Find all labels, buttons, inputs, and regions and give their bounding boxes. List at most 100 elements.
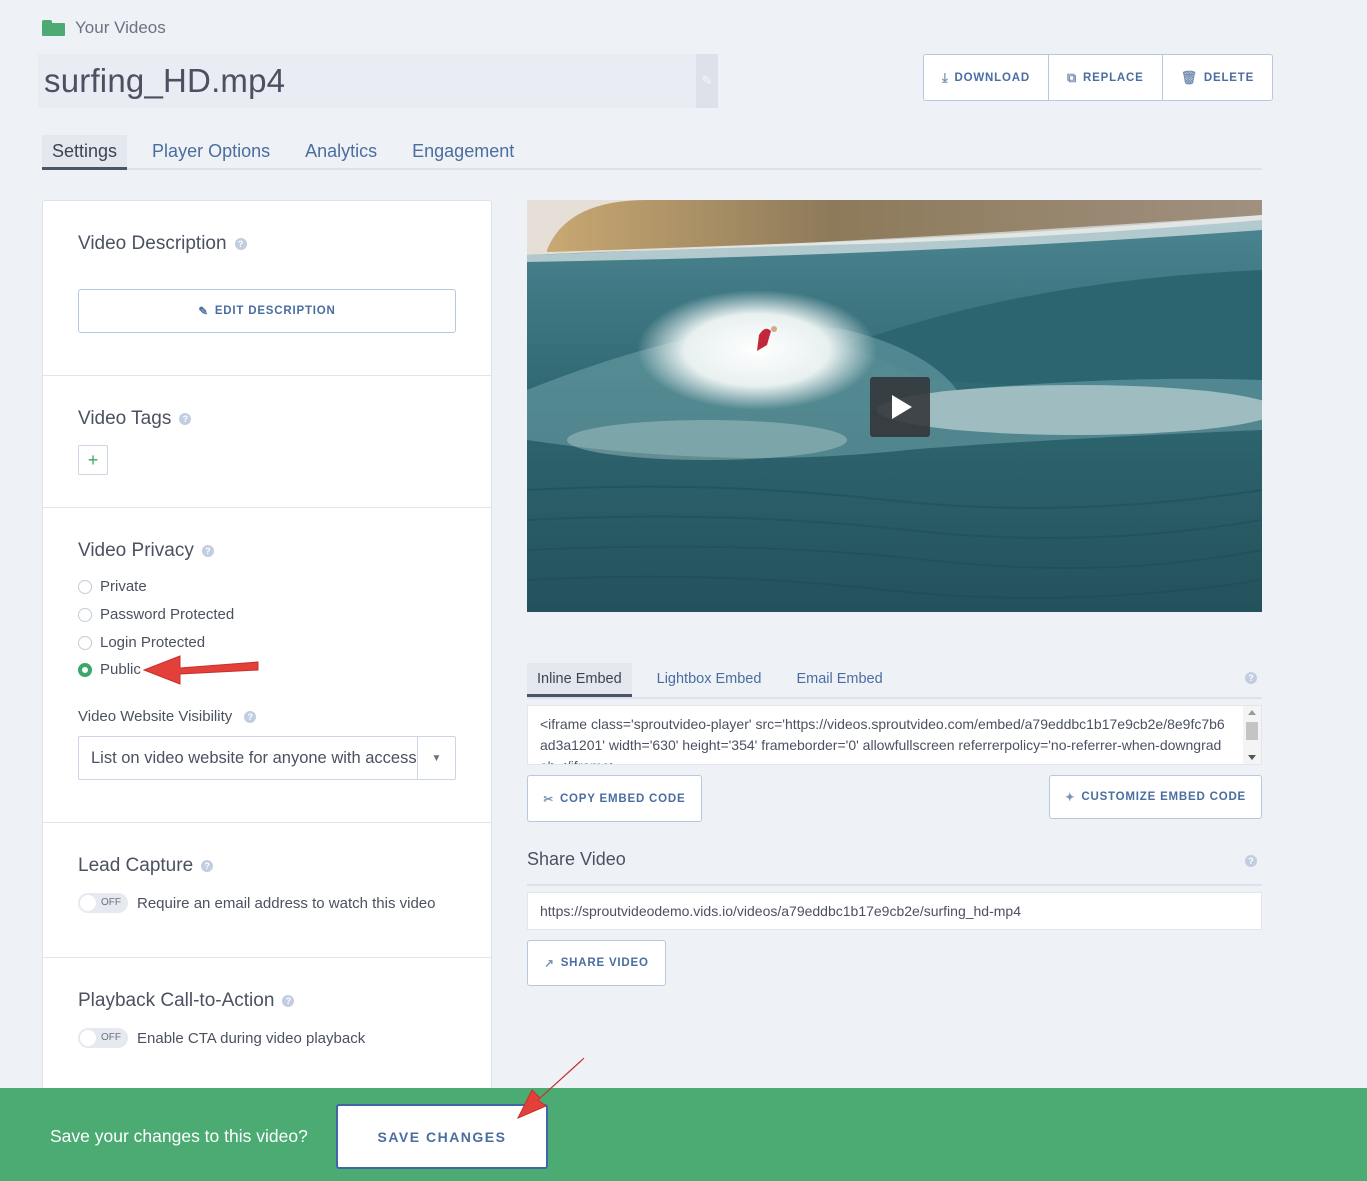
edit-description-button[interactable]: ✎ EDIT DESCRIPTION <box>78 289 456 333</box>
privacy-title: Video Privacy <box>78 540 194 561</box>
lead-capture-toggle[interactable]: OFF <box>78 893 128 913</box>
visibility-label: Video Website Visibility <box>78 708 233 725</box>
lead-capture-heading: Lead Capture ? <box>78 855 214 877</box>
lead-capture-text: Require an email address to watch this v… <box>137 894 436 912</box>
scroll-up-arrow[interactable] <box>1248 710 1256 715</box>
main-tabs: Settings Player Options Analytics Engage… <box>42 135 1262 170</box>
breadcrumb[interactable]: Your Videos <box>42 18 166 38</box>
magic-wand-icon: ✦ <box>1064 792 1076 804</box>
video-title[interactable]: surfing_HD.mp4 <box>38 62 696 100</box>
visibility-value: List on video website for anyone with ac… <box>91 749 417 767</box>
scissors-icon: ✂ <box>543 793 554 806</box>
scroll-down-arrow[interactable] <box>1248 755 1256 760</box>
share-video-label: SHARE VIDEO <box>560 957 649 969</box>
tags-title: Video Tags <box>78 408 172 429</box>
privacy-option-login[interactable]: Login Protected <box>78 634 205 651</box>
share-url-field[interactable]: https://sproutvideodemo.vids.io/videos/a… <box>527 892 1262 930</box>
cta-heading: Playback Call-to-Action ? <box>78 990 295 1012</box>
radio-button[interactable] <box>78 579 92 594</box>
tab-settings[interactable]: Settings <box>42 135 128 170</box>
radio-button-checked[interactable] <box>78 662 92 677</box>
edit-description-label: EDIT DESCRIPTION <box>214 305 336 317</box>
toggle-state: OFF <box>101 1032 121 1043</box>
lead-capture-title: Lead Capture <box>78 855 194 876</box>
play-button[interactable] <box>870 377 930 437</box>
privacy-section: Video Privacy ? Private Password Protect… <box>43 508 491 823</box>
lead-capture-section: Lead Capture ? OFF Require an email addr… <box>43 823 491 958</box>
download-label: DOWNLOAD <box>954 71 1030 84</box>
delete-label: DELETE <box>1203 71 1255 84</box>
visibility-select[interactable]: List on video website for anyone with ac… <box>78 736 456 780</box>
tab-engagement[interactable]: Engagement <box>402 135 524 170</box>
visibility-heading: Video Website Visibility ? <box>78 708 257 725</box>
save-prompt: Save your changes to this video? <box>50 1126 308 1146</box>
cta-row: OFF Enable CTA during video playback <box>78 1028 365 1048</box>
tab-inline-embed[interactable]: Inline Embed <box>527 663 632 697</box>
copy-embed-code-button[interactable]: ✂ COPY EMBED CODE <box>527 775 702 822</box>
video-player[interactable] <box>527 200 1262 612</box>
radio-button[interactable] <box>78 635 92 650</box>
radio-label: Public <box>100 661 141 678</box>
breadcrumb-label[interactable]: Your Videos <box>75 18 166 38</box>
description-section: Video Description ? ✎ EDIT DESCRIPTION <box>43 201 491 376</box>
replace-label: REPLACE <box>1083 71 1144 84</box>
download-button[interactable]: ⤓ DOWNLOAD <box>924 55 1049 100</box>
add-tag-button[interactable]: + <box>78 445 108 475</box>
embed-code-textarea[interactable]: <iframe class='sproutvideo-player' src='… <box>527 705 1262 765</box>
help-icon[interactable]: ? <box>179 413 192 425</box>
tags-section: Video Tags ? + <box>43 376 491 508</box>
share-icon: ↗ <box>544 958 555 970</box>
tab-analytics[interactable]: Analytics <box>295 135 387 170</box>
trash-icon: 🗑 <box>1180 69 1198 85</box>
radio-label: Private <box>100 578 147 595</box>
privacy-option-public[interactable]: Public <box>78 661 141 678</box>
privacy-option-password[interactable]: Password Protected <box>78 606 234 623</box>
toggle-knob <box>80 1030 96 1046</box>
replace-icon: ⧉ <box>1066 69 1078 85</box>
video-title-field[interactable]: surfing_HD.mp4 ✎ <box>38 54 718 108</box>
toggle-knob <box>80 895 96 911</box>
customize-embed-code-button[interactable]: ✦ CUSTOMIZE EMBED CODE <box>1049 775 1262 819</box>
help-icon[interactable]: ? <box>282 995 295 1007</box>
tab-email-embed[interactable]: Email Embed <box>786 663 892 697</box>
settings-panel: Video Description ? ✎ EDIT DESCRIPTION V… <box>42 200 492 1100</box>
video-actions: ⤓ DOWNLOAD ⧉ REPLACE 🗑 DELETE <box>923 54 1274 101</box>
delete-button[interactable]: 🗑 DELETE <box>1163 55 1272 100</box>
customize-embed-label: CUSTOMIZE EMBED CODE <box>1081 791 1247 803</box>
play-icon <box>892 395 912 419</box>
save-bar: Save your changes to this video? SAVE CH… <box>0 1088 1367 1181</box>
pencil-icon[interactable]: ✎ <box>696 54 718 108</box>
privacy-option-private[interactable]: Private <box>78 578 147 595</box>
tab-player-options[interactable]: Player Options <box>142 135 280 170</box>
chevron-down-icon[interactable]: ▼ <box>417 737 455 779</box>
radio-button[interactable] <box>78 607 92 622</box>
radio-label: Password Protected <box>100 606 235 623</box>
toggle-state: OFF <box>101 897 121 908</box>
lead-capture-row: OFF Require an email address to watch th… <box>78 893 436 913</box>
cta-toggle[interactable]: OFF <box>78 1028 128 1048</box>
folder-icon <box>42 20 65 36</box>
embed-tabs: Inline Embed Lightbox Embed Email Embed <box>527 663 1262 699</box>
help-icon[interactable]: ? <box>201 545 214 557</box>
help-icon[interactable]: ? <box>234 238 247 250</box>
share-video-heading: Share Video <box>527 849 626 869</box>
save-changes-button[interactable]: SAVE CHANGES <box>336 1104 548 1169</box>
cta-title: Playback Call-to-Action <box>78 990 275 1011</box>
scroll-thumb[interactable] <box>1246 722 1258 740</box>
embed-code-scrollbar[interactable] <box>1243 706 1261 764</box>
help-icon[interactable]: ? <box>1245 672 1257 684</box>
help-icon[interactable]: ? <box>1245 855 1257 867</box>
pencil-icon: ✎ <box>198 306 209 318</box>
description-heading: Video Description ? <box>78 233 247 255</box>
tab-lightbox-embed[interactable]: Lightbox Embed <box>647 663 772 697</box>
help-icon[interactable]: ? <box>244 710 257 723</box>
help-icon[interactable]: ? <box>201 860 214 872</box>
cta-section: Playback Call-to-Action ? OFF Enable CTA… <box>43 958 491 1099</box>
divider <box>527 884 1262 886</box>
tags-heading: Video Tags ? <box>78 408 192 430</box>
radio-label: Login Protected <box>100 634 206 651</box>
replace-button[interactable]: ⧉ REPLACE <box>1049 55 1163 100</box>
share-video-button[interactable]: ↗ SHARE VIDEO <box>527 940 666 986</box>
description-title: Video Description <box>78 233 227 254</box>
privacy-heading: Video Privacy ? <box>78 540 214 562</box>
